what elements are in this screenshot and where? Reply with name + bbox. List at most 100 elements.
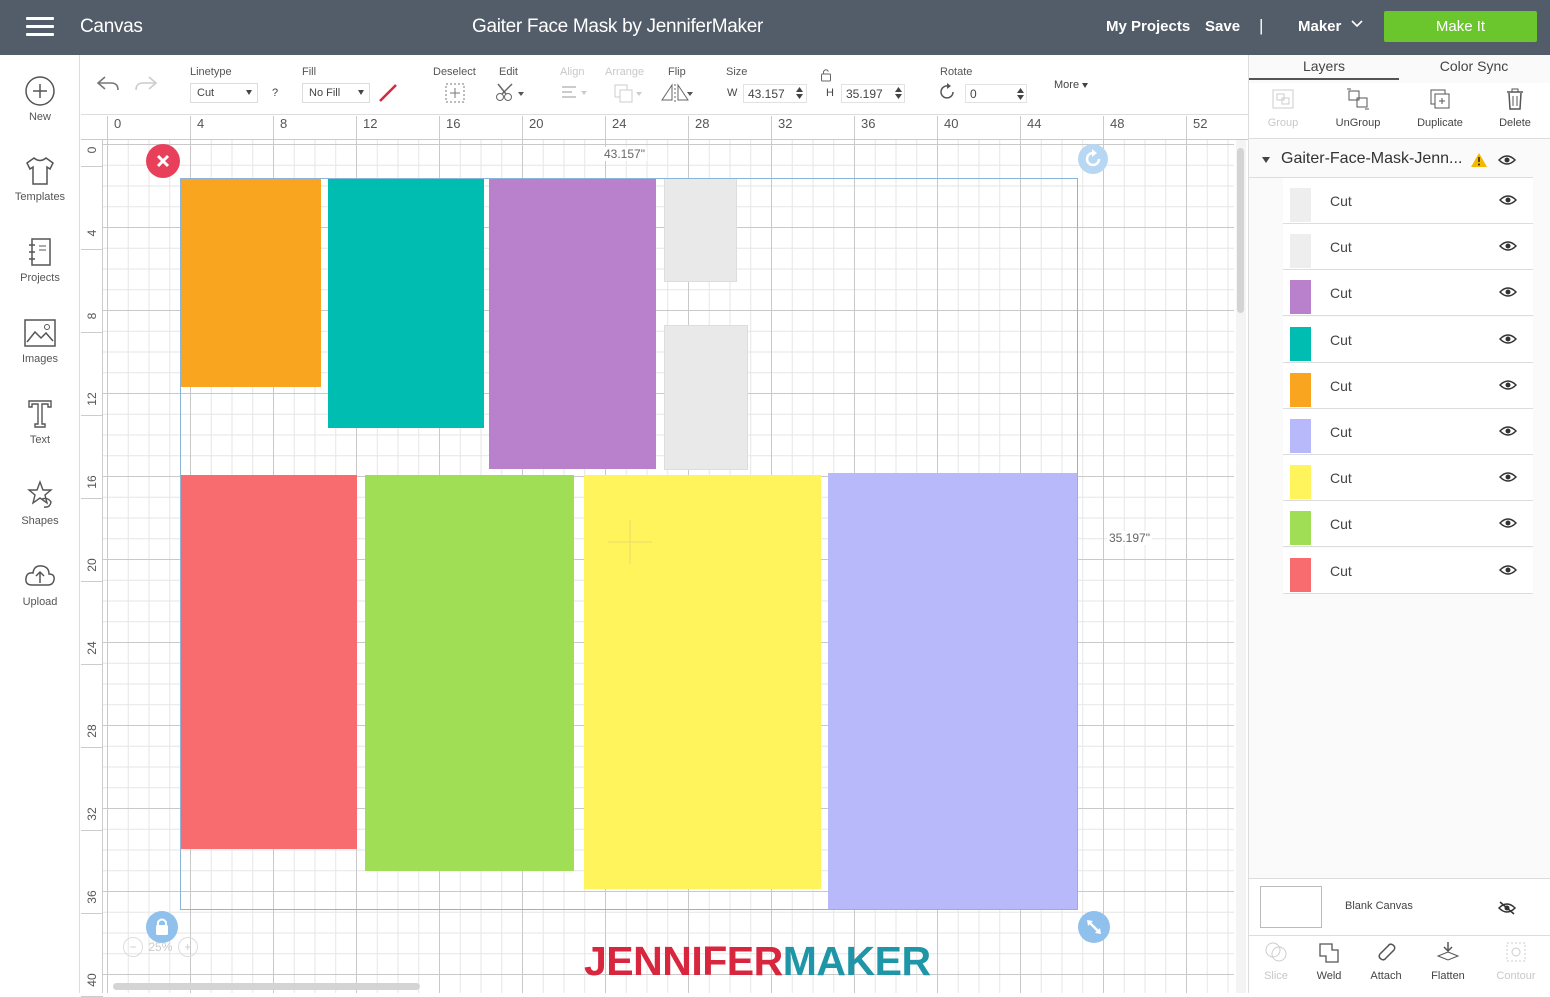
layer-swatch[interactable] [1290, 188, 1311, 222]
layer-row[interactable]: Cut [1283, 547, 1533, 594]
height-stepper-icon[interactable] [894, 86, 903, 100]
nav-upload[interactable]: Upload [0, 560, 80, 608]
zoom-level: 25% [148, 940, 173, 954]
height-label: H [826, 87, 834, 99]
lock-icon[interactable] [820, 67, 832, 83]
delete-handle[interactable] [146, 144, 180, 178]
eye-icon[interactable] [1499, 425, 1517, 437]
weld-label: Weld [1316, 970, 1342, 982]
layer-row[interactable]: Cut [1283, 178, 1533, 224]
close-icon [156, 154, 170, 168]
make-it-button[interactable]: Make It [1384, 11, 1537, 42]
plus-circle-icon [25, 76, 55, 106]
save-link[interactable]: Save [1205, 18, 1240, 35]
eye-icon[interactable] [1499, 286, 1517, 298]
layer-label: Cut [1330, 331, 1352, 348]
layer-swatch[interactable] [1290, 419, 1311, 453]
document-title: Gaiter Face Mask by JenniferMaker [471, 16, 764, 37]
eye-icon[interactable] [1499, 471, 1517, 483]
nav-shapes[interactable]: Shapes [0, 479, 80, 527]
resize-arrow-icon [1087, 920, 1101, 934]
ungroup-button[interactable]: UnGroup [1331, 87, 1385, 129]
ruler-h-tick: 16 [446, 116, 461, 131]
notebook-icon [29, 238, 51, 266]
design-canvas[interactable]: 43.157" 35.197" − 25% + [103, 140, 1234, 993]
layer-swatch[interactable] [1290, 326, 1311, 361]
ruler-h-mark [1103, 116, 1104, 140]
ruler-v-tick: 40 [85, 973, 99, 987]
flatten-button[interactable]: Flatten [1423, 940, 1473, 982]
eye-icon[interactable] [1499, 517, 1517, 529]
blank-canvas-label: Blank Canvas [1345, 900, 1413, 912]
layer-swatch[interactable] [1290, 557, 1311, 592]
layer-row[interactable]: Cut [1283, 224, 1533, 271]
layer-swatch[interactable] [1290, 280, 1311, 315]
eye-hidden-icon[interactable] [1497, 901, 1517, 915]
layer-row[interactable]: Cut [1283, 501, 1533, 548]
eye-icon[interactable] [1499, 194, 1517, 206]
edit-scissors-icon[interactable] [494, 82, 526, 104]
vertical-scrollbar[interactable] [1236, 140, 1246, 993]
layer-swatch[interactable] [1290, 511, 1311, 546]
layer-row[interactable]: Cut [1283, 455, 1533, 502]
eye-icon[interactable] [1499, 333, 1517, 345]
deselect-icon[interactable] [444, 82, 466, 104]
nav-templates[interactable]: Templates [0, 155, 80, 203]
contour-label: Contour [1496, 970, 1536, 982]
rotate-arrow-icon [1085, 149, 1101, 167]
no-fill-swatch-icon[interactable] [377, 82, 399, 104]
my-projects-link[interactable]: My Projects [1106, 18, 1190, 35]
duplicate-button[interactable]: Duplicate [1410, 87, 1470, 129]
size-label: Size [726, 66, 748, 78]
chevron-down-icon[interactable] [1350, 17, 1364, 31]
resize-handle[interactable] [1078, 911, 1110, 943]
redo-icon[interactable] [133, 73, 159, 95]
nav-projects[interactable]: Projects [0, 236, 80, 284]
blank-canvas-swatch[interactable] [1260, 886, 1322, 928]
nav-new[interactable]: New [0, 75, 80, 123]
ruler-h-tick: 24 [612, 116, 627, 131]
machine-select[interactable]: Maker [1298, 18, 1341, 35]
weld-button[interactable]: Weld [1304, 940, 1354, 982]
zoom-out-icon[interactable]: − [123, 937, 143, 957]
zoom-control[interactable]: − 25% + [123, 937, 198, 957]
width-stepper-icon[interactable] [795, 86, 804, 100]
fill-select[interactable]: No Fill [302, 83, 370, 103]
zoom-in-icon[interactable]: + [177, 937, 198, 957]
eye-icon[interactable] [1498, 154, 1516, 166]
blank-canvas-row[interactable]: Blank Canvas [1249, 878, 1550, 935]
delete-button[interactable]: Delete [1493, 87, 1537, 129]
rotate-stepper-icon[interactable] [1016, 87, 1025, 101]
flip-icon[interactable] [660, 82, 694, 104]
linetype-select[interactable]: Cut [190, 83, 258, 103]
undo-icon[interactable] [95, 73, 121, 95]
eye-icon[interactable] [1499, 564, 1517, 576]
attach-button[interactable]: Attach [1361, 940, 1411, 982]
rotate-handle[interactable] [1078, 144, 1108, 174]
ruler-h-mark [107, 116, 108, 140]
tab-layers[interactable]: Layers [1249, 58, 1399, 80]
layer-row[interactable]: Cut [1283, 409, 1533, 455]
layer-swatch[interactable] [1290, 234, 1311, 269]
arrange-icon [614, 84, 642, 103]
caret-down-icon[interactable] [1261, 156, 1271, 164]
layer-label: Cut [1330, 285, 1352, 302]
ruler-h-mark [1020, 116, 1021, 140]
eye-icon[interactable] [1499, 240, 1517, 252]
eye-icon[interactable] [1499, 379, 1517, 391]
ruler-v-tick: 28 [85, 724, 99, 738]
tab-color-sync[interactable]: Color Sync [1399, 58, 1549, 74]
more-menu[interactable]: More [1054, 79, 1089, 91]
layer-row[interactable]: Cut [1283, 316, 1533, 363]
layer-row[interactable]: Cut [1283, 270, 1533, 317]
horizontal-scrollbar[interactable] [113, 983, 420, 990]
layer-swatch[interactable] [1290, 465, 1311, 500]
nav-text[interactable]: Text [0, 398, 80, 446]
layer-swatch[interactable] [1290, 372, 1311, 407]
layer-group-row[interactable]: Gaiter-Face-Mask-Jenn... [1249, 140, 1533, 178]
layer-row[interactable]: Cut [1283, 362, 1533, 409]
nav-images[interactable]: Images [0, 317, 80, 365]
ruler-v-tick: 16 [85, 475, 99, 489]
linetype-help[interactable]: ? [272, 87, 278, 99]
ruler-h-mark [273, 116, 274, 140]
